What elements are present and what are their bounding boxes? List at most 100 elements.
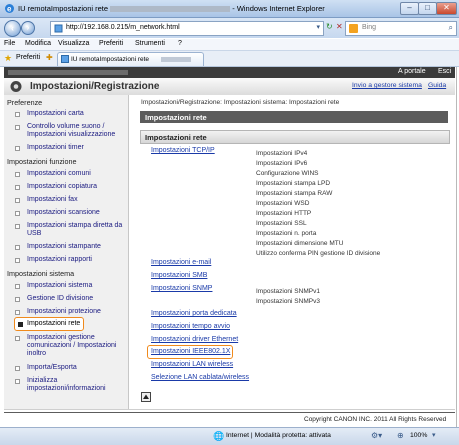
- sidebar-item-label: Gestione ID divisione: [27, 295, 94, 302]
- tcpip-item: Impostazioni stampa RAW: [256, 190, 333, 197]
- sidebar-item-label: Impostazioni sistema: [27, 282, 93, 289]
- settings-icon: [10, 81, 22, 92]
- tcpip-item: Impostazioni n. porta: [256, 230, 317, 237]
- add-favorite-icon[interactable]: ✚: [46, 53, 53, 62]
- sidebar-item-label: Impostazioni stampante: [27, 243, 101, 250]
- sidebar-item-label: Impostazioni stampa diretta da USB: [27, 222, 123, 237]
- sidebar-item-label: Importa/Esporta: [27, 364, 77, 371]
- search-input[interactable]: Bing ⌕: [345, 21, 457, 36]
- sidebar-section-system: Impostazioni sistema: [7, 269, 75, 278]
- menu-file[interactable]: File: [4, 40, 15, 47]
- bullet-icon: [15, 336, 20, 341]
- email-settings-link[interactable]: Impostazioni e-mail: [151, 259, 211, 266]
- sidebar-item-volume[interactable]: Controllo volume suono / Impostazioni vi…: [15, 123, 125, 139]
- section-header: Impostazioni rete: [140, 130, 450, 144]
- tcpip-item: Impostazioni IPv4: [256, 150, 308, 157]
- page-header: Impostazioni/Registrazione Invio a gesto…: [4, 78, 455, 96]
- sidebar-item-usb-print[interactable]: Impostazioni stampa diretta da USB: [15, 222, 125, 238]
- maximize-button[interactable]: □: [418, 2, 437, 15]
- page-title-bar: Impostazioni rete: [140, 111, 448, 123]
- bullet-icon: [15, 366, 20, 371]
- url-input[interactable]: http://192.168.0.215/m_network.html ▾: [50, 21, 324, 36]
- close-button[interactable]: ✕: [436, 2, 457, 15]
- page-title: Impostazioni/Registrazione: [30, 81, 160, 92]
- dropdown-icon[interactable]: ▾: [316, 23, 320, 31]
- favorites-star-icon[interactable]: ★: [4, 53, 12, 64]
- main-content: Impostazioni/Registrazione: Impostazioni…: [129, 95, 455, 409]
- bullet-icon: [15, 211, 20, 216]
- favorites-bar: ★ Preferiti ✚ IU remotaImpostazioni rete: [0, 51, 459, 67]
- sidebar-item-initialize[interactable]: Inizializza impostazioni/informazioni: [15, 377, 125, 393]
- sidebar-item-label: Impostazioni protezione: [27, 308, 101, 315]
- wireless-lan-link[interactable]: Impostazioni LAN wireless: [151, 361, 233, 368]
- minimize-button[interactable]: –: [400, 2, 419, 15]
- menu-visualizza[interactable]: Visualizza: [58, 40, 89, 47]
- bullet-icon: [15, 258, 20, 263]
- page-top-icon[interactable]: [141, 392, 151, 402]
- tcpip-item: Impostazioni WSD: [256, 200, 310, 207]
- tcpip-item: Impostazioni stampa LPD: [256, 180, 331, 187]
- bullet-icon: [15, 224, 20, 229]
- url-text: http://192.168.0.215/m_network.html: [66, 24, 180, 31]
- security-zone[interactable]: Internet | Modalità protetta: attivata: [226, 432, 331, 439]
- sidebar-item-label: Impostazioni comuni: [27, 170, 91, 177]
- search-icon[interactable]: ⌕: [449, 23, 453, 33]
- sidebar-item-network[interactable]: Impostazioni rete: [14, 317, 84, 331]
- page-footer: Copyright CANON INC. 2011 All Rights Res…: [4, 409, 455, 428]
- ie-app-icon: e: [5, 4, 14, 14]
- globe-icon: 🌐: [213, 431, 225, 441]
- startup-time-link[interactable]: Impostazioni tempo avvio: [151, 323, 230, 330]
- search-placeholder: Bing: [362, 24, 377, 31]
- section-title: Impostazioni rete: [145, 133, 207, 142]
- forward-button[interactable]: ›: [21, 21, 35, 35]
- sidebar-item-label: Controllo volume suono / Impostazioni vi…: [27, 123, 116, 138]
- portal-link[interactable]: A portale: [398, 68, 426, 75]
- dedicated-port-link[interactable]: Impostazioni porta dedicata: [151, 310, 237, 317]
- bing-logo-icon: [349, 24, 358, 33]
- ethernet-driver-link[interactable]: Impostazioni driver Ethernet: [151, 336, 238, 343]
- admin-contact-link[interactable]: Invio a gestore sistema: [352, 82, 422, 89]
- tab-title-redacted: [161, 57, 191, 62]
- menu-preferiti[interactable]: Preferiti: [99, 40, 123, 47]
- snmp-item: Impostazioni SNMPv1: [256, 288, 320, 295]
- tcpip-settings-link[interactable]: Impostazioni TCP/IP: [151, 147, 215, 154]
- sidebar-section-preferences: Preferenze: [7, 98, 43, 107]
- page-icon: [54, 24, 63, 33]
- lan-select-link[interactable]: Selezione LAN cablata/wireless: [151, 374, 249, 381]
- bullet-icon: [15, 284, 20, 289]
- favorites-button[interactable]: Preferiti: [16, 54, 40, 61]
- tab-title: IU remotaImpostazioni rete: [71, 56, 150, 63]
- smb-settings-link[interactable]: Impostazioni SMB: [151, 272, 207, 279]
- status-bar: 🌐 Internet | Modalità protetta: attivata…: [0, 427, 459, 445]
- sidebar-item-label: Inizializza impostazioni/informazioni: [27, 377, 106, 392]
- refresh-icon[interactable]: ↻: [326, 22, 333, 31]
- ieee8021x-settings-link[interactable]: Impostazioni IEEE802.1X: [151, 348, 230, 355]
- tab-page-icon: [61, 55, 69, 63]
- sidebar-item-label: Impostazioni rapporti: [27, 256, 92, 263]
- tcpip-item: Configurazione WINS: [256, 170, 319, 177]
- bullet-icon: [15, 146, 20, 151]
- sidebar-item-communications[interactable]: Impostazioni gestione comunicazioni / Im…: [15, 334, 125, 358]
- breadcrumb: Impostazioni/Registrazione: Impostazioni…: [141, 99, 340, 106]
- zoom-level[interactable]: 100%: [410, 432, 427, 439]
- tab-current[interactable]: IU remotaImpostazioni rete: [57, 52, 204, 66]
- exit-link[interactable]: Esci: [438, 68, 451, 75]
- protected-mode-icon[interactable]: ⚙▾: [371, 431, 382, 440]
- stop-icon[interactable]: ✕: [336, 22, 343, 31]
- snmp-settings-link[interactable]: Impostazioni SNMP: [151, 285, 212, 292]
- back-button[interactable]: ‹: [4, 20, 21, 37]
- tcpip-item: Impostazioni SSL: [256, 220, 307, 227]
- svg-text:e: e: [7, 5, 12, 14]
- snmp-item: Impostazioni SNMPv3: [256, 298, 320, 305]
- bullet-icon: [15, 125, 20, 130]
- address-bar: ‹ › http://192.168.0.215/m_network.html …: [0, 18, 459, 38]
- menu-bar: File Modifica Visualizza Preferiti Strum…: [0, 39, 459, 51]
- menu-strumenti[interactable]: Strumenti: [135, 40, 165, 47]
- zoom-icon[interactable]: ⊕: [397, 431, 404, 440]
- bullet-icon: [15, 297, 20, 302]
- zoom-dropdown-icon[interactable]: ▾: [432, 431, 436, 439]
- bullet-icon: [15, 379, 20, 384]
- help-link[interactable]: Guida: [428, 82, 446, 89]
- menu-modifica[interactable]: Modifica: [25, 40, 51, 47]
- menu-help[interactable]: ?: [178, 40, 182, 47]
